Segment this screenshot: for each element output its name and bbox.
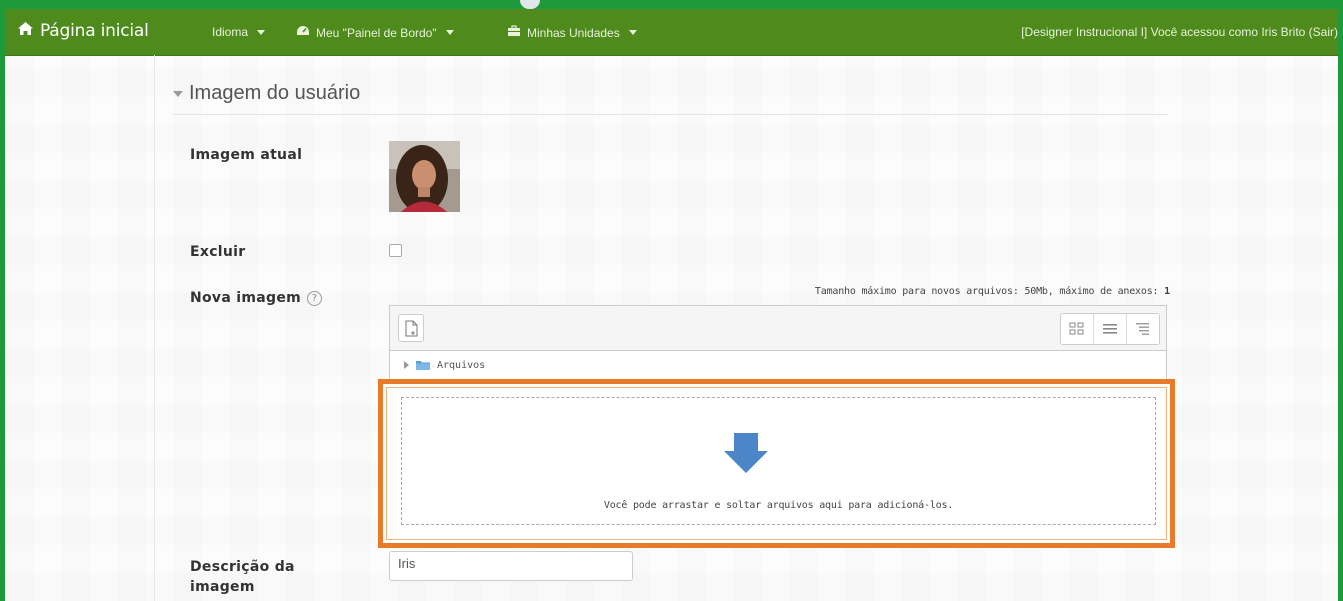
max-attachments: 1 xyxy=(1164,286,1170,297)
dashboard-icon xyxy=(296,25,310,40)
collapse-triangle-icon xyxy=(173,90,183,97)
chevron-down-icon xyxy=(628,30,637,35)
tree-view-button[interactable] xyxy=(1127,314,1159,344)
image-description-input[interactable]: Iris xyxy=(389,551,633,581)
folder-path[interactable]: Arquivos xyxy=(389,351,1167,379)
language-label: Idioma xyxy=(212,25,249,39)
current-image-label: Imagem atual xyxy=(190,147,303,163)
column-divider xyxy=(154,55,155,601)
file-manager-toolbar xyxy=(389,305,1167,351)
chevron-down-icon xyxy=(445,30,454,35)
folder-icon xyxy=(416,361,430,370)
list-view-icon xyxy=(1103,324,1117,334)
briefcase-icon xyxy=(507,25,521,40)
user-avatar xyxy=(389,141,460,212)
brand-label: Página inicial xyxy=(40,21,149,41)
delete-label: Excluir xyxy=(190,244,246,260)
home-link[interactable]: Página inicial xyxy=(17,21,149,41)
add-file-button[interactable] xyxy=(398,314,424,342)
dropzone-text: Você pode arrastar e soltar arquivos aqu… xyxy=(603,500,954,511)
expand-triangle-icon xyxy=(404,361,409,369)
units-label: Minhas Unidades xyxy=(527,25,620,40)
max-size-info: Tamanho máximo para novos arquivos: 50Mb… xyxy=(600,286,1170,297)
section-divider xyxy=(173,114,1168,115)
image-description-label-text: Descrição da imagem xyxy=(190,559,295,595)
add-file-icon xyxy=(405,320,418,337)
dashboard-label: Meu "Painel de Bordo" xyxy=(316,25,437,40)
max-size-text: Tamanho máximo para novos arquivos: 50Mb… xyxy=(814,286,1159,297)
home-icon xyxy=(17,21,34,41)
list-view-button[interactable] xyxy=(1094,314,1127,344)
units-menu[interactable]: Minhas Unidades xyxy=(507,25,637,40)
help-icon[interactable]: ? xyxy=(307,291,323,306)
new-image-label: Nova imagem xyxy=(190,290,302,306)
folder-label: Arquivos xyxy=(437,359,486,371)
language-menu[interactable]: Idioma xyxy=(212,25,266,39)
delete-checkbox[interactable] xyxy=(389,244,402,257)
chevron-down-icon xyxy=(257,29,266,35)
tree-view-icon xyxy=(1136,323,1149,335)
grid-view-icon xyxy=(1069,322,1084,335)
grid-view-button[interactable] xyxy=(1061,314,1094,344)
new-image-label-row: Nova imagem? xyxy=(190,290,323,306)
user-info[interactable]: [Designer Instrucional I] Você acessou c… xyxy=(1021,25,1338,39)
down-arrow-icon xyxy=(724,433,768,473)
view-switcher xyxy=(1060,313,1160,345)
file-dropzone[interactable]: Você pode arrastar e soltar arquivos aqu… xyxy=(401,397,1156,525)
top-navbar: Página inicial Idioma Meu "Painel de Bor… xyxy=(5,9,1338,56)
dashboard-menu[interactable]: Meu "Painel de Bordo" xyxy=(296,25,454,40)
section-title: Imagem do usuário xyxy=(189,82,361,104)
image-description-label: Descrição da imagem xyxy=(190,557,310,597)
section-header[interactable]: Imagem do usuário xyxy=(173,82,360,105)
